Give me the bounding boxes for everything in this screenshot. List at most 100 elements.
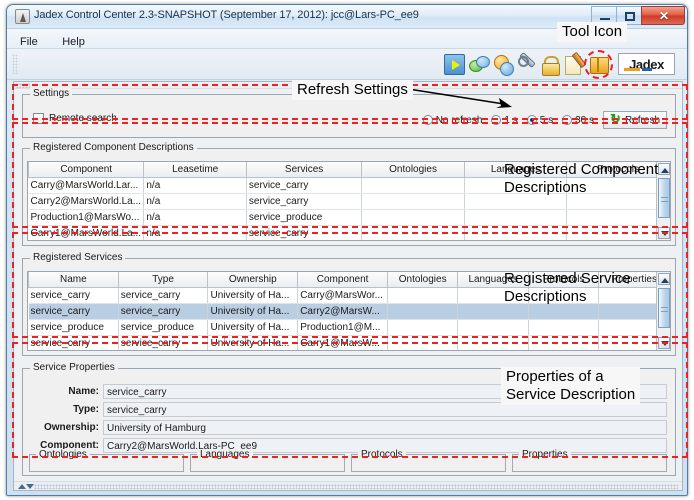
radio-1s[interactable]: 1 s <box>491 115 517 126</box>
table-cell[interactable]: service_carry <box>29 287 119 303</box>
table-row[interactable]: Production1@MarsWo...n/aservice_produce <box>29 209 670 225</box>
scroll-down-icon[interactable] <box>658 227 670 239</box>
refresh-icon <box>610 114 622 126</box>
table-cell[interactable]: Carry@MarsWorld.Lar... <box>29 177 144 193</box>
table-cell[interactable]: Carry1@MarsW... <box>298 335 388 351</box>
menu-item-help[interactable]: Help <box>59 35 88 49</box>
table-cell[interactable]: service_carry <box>118 303 208 319</box>
splitter-down-icon <box>26 484 34 489</box>
services-table-scrollbar[interactable] <box>656 272 670 350</box>
services-panel-title: Registered Services <box>30 252 125 263</box>
edit-note-icon[interactable] <box>564 54 585 75</box>
column-header-component[interactable]: Component <box>298 272 388 287</box>
splitter-up-icon <box>18 484 26 489</box>
table-cell[interactable] <box>464 225 567 241</box>
toolbar-drag-handle[interactable] <box>12 54 18 74</box>
property-value[interactable]: University of Hamburg <box>103 420 667 435</box>
property-label: Type: <box>29 404 103 415</box>
table-cell[interactable]: University of Ha... <box>208 335 298 351</box>
column-header-type[interactable]: Type <box>118 272 208 287</box>
radio-30s[interactable]: 30 s <box>562 115 594 126</box>
table-cell[interactable] <box>387 303 458 319</box>
scroll-up-icon[interactable] <box>658 163 670 175</box>
column-header-ownership[interactable]: Ownership <box>208 272 298 287</box>
table-cell[interactable]: University of Ha... <box>208 303 298 319</box>
table-cell[interactable] <box>528 319 599 335</box>
subgroup-label: Languages <box>197 449 253 460</box>
column-header-name[interactable]: Name <box>29 272 119 287</box>
subgroup-protocols: Protocols <box>351 454 506 472</box>
table-cell[interactable]: n/a <box>144 225 247 241</box>
table-cell[interactable]: service_carry <box>246 193 361 209</box>
table-cell[interactable]: Carry2@MarsW... <box>298 303 388 319</box>
close-button[interactable]: ✕ <box>641 6 685 25</box>
remote-search-row[interactable]: Remote search <box>33 113 117 124</box>
table-cell[interactable]: Carry1@MarsWorld.La... <box>29 225 144 241</box>
jadex-app-icon <box>15 9 30 24</box>
table-cell[interactable]: University of Ha... <box>208 287 298 303</box>
table-cell[interactable] <box>458 335 529 351</box>
table-cell[interactable]: service_produce <box>246 209 361 225</box>
annotation-refresh-settings: Refresh Settings <box>292 80 413 100</box>
table-row[interactable]: service_carryservice_carryUniversity of … <box>29 335 670 351</box>
table-cell[interactable]: service_carry <box>29 303 119 319</box>
table-cell[interactable]: service_carry <box>118 335 208 351</box>
table-cell[interactable] <box>362 225 465 241</box>
bottom-splitter[interactable] <box>14 481 682 490</box>
column-header-ontologies[interactable]: Ontologies <box>362 162 465 177</box>
scroll-up-icon[interactable] <box>658 273 670 285</box>
annotation-properties-of-a-service-description: Properties of a Service Description <box>501 367 640 405</box>
clock-users-icon[interactable] <box>492 54 513 75</box>
refresh-settings-group: No refresh 1 s 5 s 30 s Refresh <box>423 111 667 129</box>
table-cell[interactable] <box>362 209 465 225</box>
radio-no-refresh[interactable]: No refresh <box>423 115 483 126</box>
table-cell[interactable] <box>567 225 670 241</box>
table-cell[interactable] <box>362 177 465 193</box>
menu-item-file[interactable]: File <box>17 35 41 49</box>
table-cell[interactable]: Carry2@MarsWorld.La... <box>29 193 144 209</box>
directory-book-icon[interactable] <box>588 54 609 75</box>
column-header-ontologies[interactable]: Ontologies <box>387 272 458 287</box>
wrench-icon[interactable] <box>516 54 537 75</box>
radio-5s[interactable]: 5 s <box>527 115 553 126</box>
scroll-thumb[interactable] <box>658 288 670 328</box>
table-cell[interactable]: service_carry <box>246 177 361 193</box>
table-cell[interactable]: service_produce <box>118 319 208 335</box>
table-cell[interactable] <box>387 319 458 335</box>
scroll-down-icon[interactable] <box>658 337 670 349</box>
table-cell[interactable] <box>387 335 458 351</box>
column-header-leasetime[interactable]: Leasetime <box>144 162 247 177</box>
table-cell[interactable]: n/a <box>144 209 247 225</box>
table-cell[interactable]: University of Ha... <box>208 319 298 335</box>
table-cell[interactable]: service_carry <box>29 335 119 351</box>
refresh-button[interactable]: Refresh <box>603 111 667 129</box>
table-row[interactable]: Carry1@MarsWorld.La...n/aservice_carry <box>29 225 670 241</box>
table-row[interactable]: service_produceservice_produceUniversity… <box>29 319 670 335</box>
table-cell[interactable]: service_produce <box>29 319 119 335</box>
table-cell[interactable] <box>528 335 599 351</box>
table-cell[interactable] <box>458 319 529 335</box>
column-header-services[interactable]: Services <box>246 162 361 177</box>
table-cell[interactable] <box>362 193 465 209</box>
table-cell[interactable] <box>387 287 458 303</box>
property-label: Name: <box>29 386 103 397</box>
radio-5s-label: 5 s <box>540 115 553 126</box>
chat-bubbles-icon[interactable] <box>468 54 489 75</box>
scroll-thumb[interactable] <box>658 178 670 218</box>
table-cell[interactable]: service_carry <box>118 287 208 303</box>
lock-icon[interactable] <box>540 54 561 75</box>
table-cell[interactable]: Carry@MarsWor... <box>298 287 388 303</box>
column-header-component[interactable]: Component <box>29 162 144 177</box>
annotation-registered-component-descriptions: Registered Component Descriptions <box>504 161 658 197</box>
table-cell[interactable] <box>567 209 670 225</box>
table-cell[interactable]: service_carry <box>246 225 361 241</box>
remote-search-checkbox[interactable] <box>33 113 44 124</box>
properties-panel-title: Service Properties <box>30 362 118 373</box>
table-cell[interactable]: n/a <box>144 177 247 193</box>
window-title: Jadex Control Center 2.3-SNAPSHOT (Septe… <box>34 9 419 21</box>
start-icon[interactable] <box>444 54 465 75</box>
table-cell[interactable]: Production1@MarsWo... <box>29 209 144 225</box>
table-cell[interactable]: Production1@M... <box>298 319 388 335</box>
table-cell[interactable]: n/a <box>144 193 247 209</box>
table-cell[interactable] <box>464 209 567 225</box>
